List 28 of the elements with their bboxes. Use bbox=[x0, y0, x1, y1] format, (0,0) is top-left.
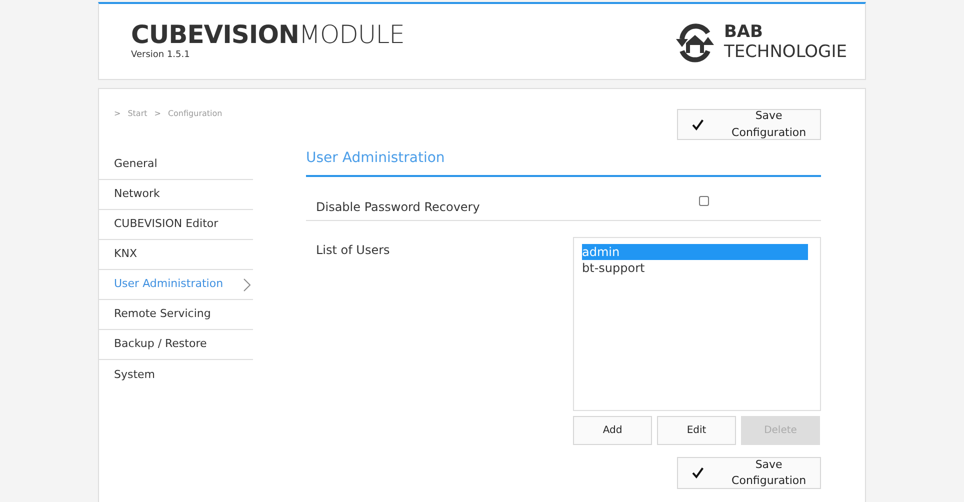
chevron-right-icon bbox=[243, 278, 251, 292]
breadcrumb-separator: > bbox=[114, 108, 121, 120]
user-list[interactable]: admin bt-support bbox=[573, 237, 821, 411]
sidebar-item[interactable]: System bbox=[99, 360, 253, 390]
sidebar-item[interactable]: CUBEVISION Editor bbox=[99, 210, 253, 240]
user-action-button[interactable]: Add bbox=[573, 416, 652, 445]
version-text: Version 1.5.1 bbox=[131, 48, 191, 62]
house-arrows-icon bbox=[674, 20, 716, 62]
checkbox[interactable] bbox=[699, 196, 709, 206]
logo-text: BAB bbox=[724, 22, 764, 42]
breadcrumb-separator: > bbox=[154, 108, 161, 120]
section-title: User Administration bbox=[306, 148, 821, 177]
sidebar-item[interactable]: Backup / Restore bbox=[99, 330, 253, 360]
checkmark-icon bbox=[692, 118, 704, 130]
sidebar-item[interactable]: General bbox=[99, 150, 253, 180]
checkmark-icon bbox=[692, 467, 704, 479]
save-configuration-button[interactable]: Save Configuration bbox=[677, 109, 821, 140]
brand-name: CUBEVISION bbox=[131, 20, 299, 49]
setting-label: List of Users bbox=[316, 242, 391, 259]
setting-label: Disable Password Recovery bbox=[316, 199, 481, 216]
logo-text: TECHNOLOGIE bbox=[724, 42, 847, 62]
user-list-item[interactable]: bt-support bbox=[582, 260, 808, 276]
sidebar-item[interactable]: KNX bbox=[99, 240, 253, 270]
brand-suffix: MODULE bbox=[298, 20, 404, 49]
user-action-button[interactable]: Edit bbox=[657, 416, 736, 445]
save-configuration-button[interactable]: Save Configuration bbox=[677, 457, 821, 489]
sidebar-item[interactable]: Remote Servicing bbox=[99, 300, 253, 330]
sidebar-item[interactable]: Network bbox=[99, 180, 253, 210]
